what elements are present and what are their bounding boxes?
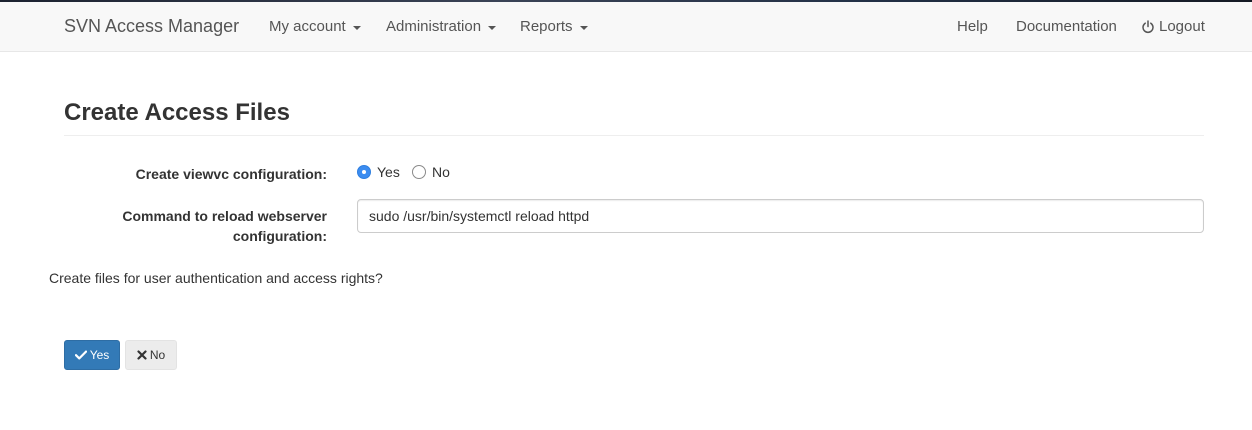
yes-button-label: Yes <box>89 348 110 362</box>
no-button[interactable]: No <box>125 340 177 370</box>
menu-reports[interactable]: Reports <box>520 18 588 35</box>
reload-command-label-line2: configuration: <box>232 228 327 244</box>
power-icon <box>1142 19 1154 33</box>
caret-down-icon <box>579 25 588 30</box>
brand-link[interactable]: SVN Access Manager <box>64 16 239 37</box>
reload-command-input[interactable] <box>357 199 1204 233</box>
caret-down-icon <box>352 25 361 30</box>
menu-my-account[interactable]: My account <box>269 18 361 35</box>
viewvc-no-label: No <box>432 164 450 180</box>
page-title: Create Access Files <box>64 99 290 126</box>
menu-administration-label: Administration <box>386 18 482 35</box>
title-divider <box>64 135 1204 136</box>
reload-command-label: Command to reload webserver configuratio… <box>122 206 327 246</box>
logout-label: Logout <box>1159 18 1205 35</box>
yes-button[interactable]: Yes <box>64 340 120 370</box>
logout-link[interactable]: Logout <box>1141 18 1205 35</box>
caret-down-icon <box>488 25 497 30</box>
viewvc-yes-option[interactable]: Yes <box>357 164 400 180</box>
viewvc-yes-radio[interactable] <box>357 165 371 179</box>
viewvc-no-radio[interactable] <box>412 165 426 179</box>
check-icon <box>74 350 87 360</box>
times-icon <box>137 350 147 360</box>
menu-administration[interactable]: Administration <box>386 18 497 35</box>
menu-reports-label: Reports <box>520 18 573 35</box>
navbar: SVN Access Manager My account Administra… <box>0 2 1252 52</box>
help-link[interactable]: Help <box>957 18 988 35</box>
reload-command-label-line1: Command to reload webserver <box>122 208 327 224</box>
menu-my-account-label: My account <box>269 18 346 35</box>
viewvc-yes-label: Yes <box>377 164 400 180</box>
viewvc-no-option[interactable]: No <box>412 164 450 180</box>
documentation-link[interactable]: Documentation <box>1016 18 1117 35</box>
viewvc-label: Create viewvc configuration: <box>135 166 327 182</box>
no-button-label: No <box>149 348 166 362</box>
confirmation-question: Create files for user authentication and… <box>49 270 383 286</box>
